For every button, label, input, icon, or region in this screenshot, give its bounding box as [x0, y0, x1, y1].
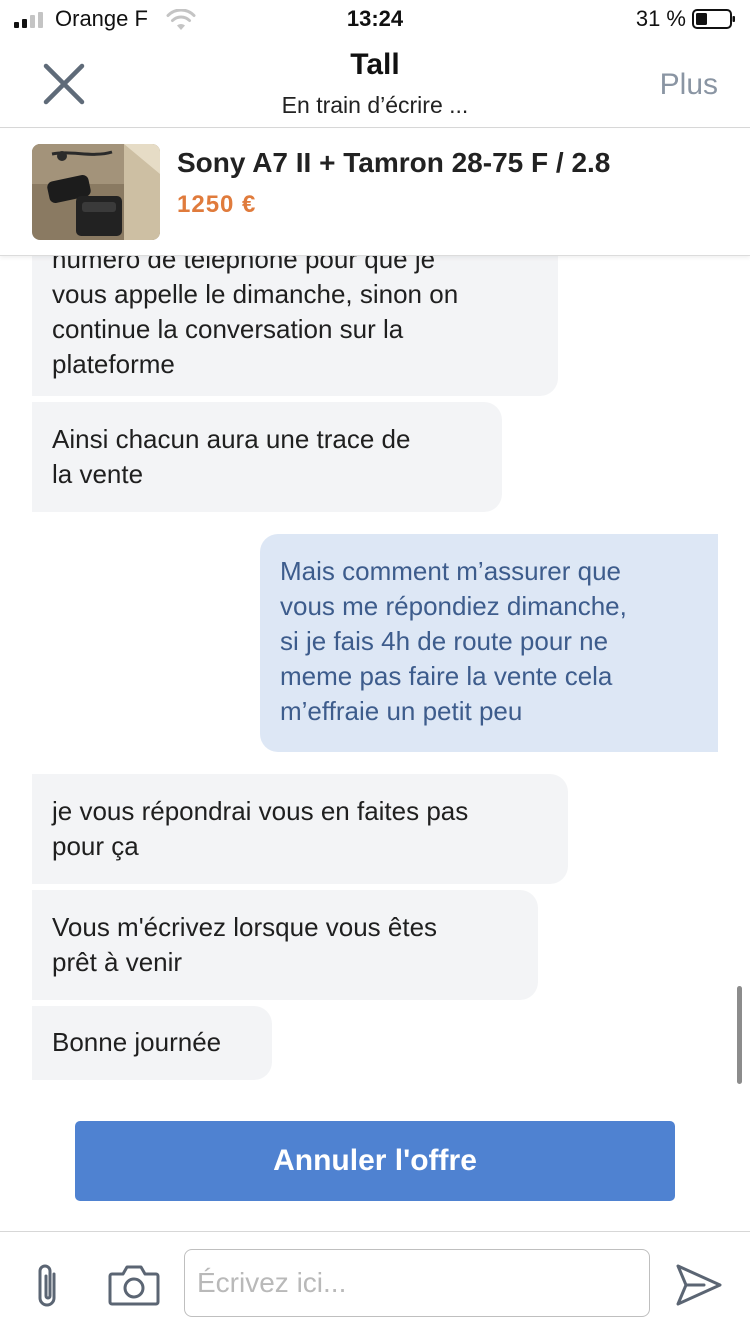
send-icon[interactable] — [674, 1262, 724, 1308]
product-thumbnail — [32, 144, 160, 240]
conversation-header: Tall En train d’écrire ... Plus — [0, 42, 750, 128]
battery-percentage: 31 % — [635, 6, 686, 31]
message-text: Ainsi chacun aura une trace de la vente — [52, 424, 411, 489]
more-button[interactable]: Plus — [660, 68, 718, 102]
contact-name: Tall — [350, 48, 400, 81]
compose-bar — [0, 1231, 750, 1334]
status-bar: Orange F 13:24 31 % — [0, 0, 750, 42]
battery-icon — [692, 9, 735, 29]
message-bubble-incoming: Vous m'écrivez lorsque vous êtes prêt à … — [32, 890, 538, 1000]
cancel-offer-button[interactable]: Annuler l'offre — [75, 1121, 675, 1201]
message-bubble-incoming: Ainsi chacun aura une trace de la vente — [32, 402, 502, 512]
product-title: Sony A7 II + Tamron 28-75 F / 2.8 — [177, 147, 611, 178]
product-summary[interactable]: Sony A7 II + Tamron 28-75 F / 2.8 1250 € — [0, 129, 750, 256]
message-text: numéro de téléphone pour que je vous app… — [52, 256, 459, 379]
message-bubble-incoming: je vous répondrai vous en faites pas pou… — [32, 774, 568, 884]
scrollbar[interactable] — [737, 986, 742, 1084]
message-list[interactable]: numéro de téléphone pour que je vous app… — [0, 256, 750, 1096]
message-input[interactable] — [184, 1249, 650, 1317]
message-text: Vous m'écrivez lorsque vous êtes prêt à … — [52, 912, 438, 977]
camera-icon[interactable] — [108, 1264, 160, 1306]
message-text: Mais comment m’assurer que vous me répon… — [280, 556, 627, 726]
paperclip-icon[interactable] — [32, 1262, 66, 1312]
message-bubble-incoming: Bonne journée — [32, 1006, 272, 1080]
message-bubble-incoming: numéro de téléphone pour que je vous app… — [32, 256, 558, 396]
message-bubble-outgoing: Mais comment m’assurer que vous me répon… — [260, 534, 718, 752]
product-price: 1250 € — [177, 191, 257, 218]
message-text: je vous répondrai vous en faites pas pou… — [52, 796, 469, 861]
typing-indicator: En train d’écrire ... — [281, 92, 469, 118]
message-text: Bonne journée — [52, 1027, 222, 1057]
